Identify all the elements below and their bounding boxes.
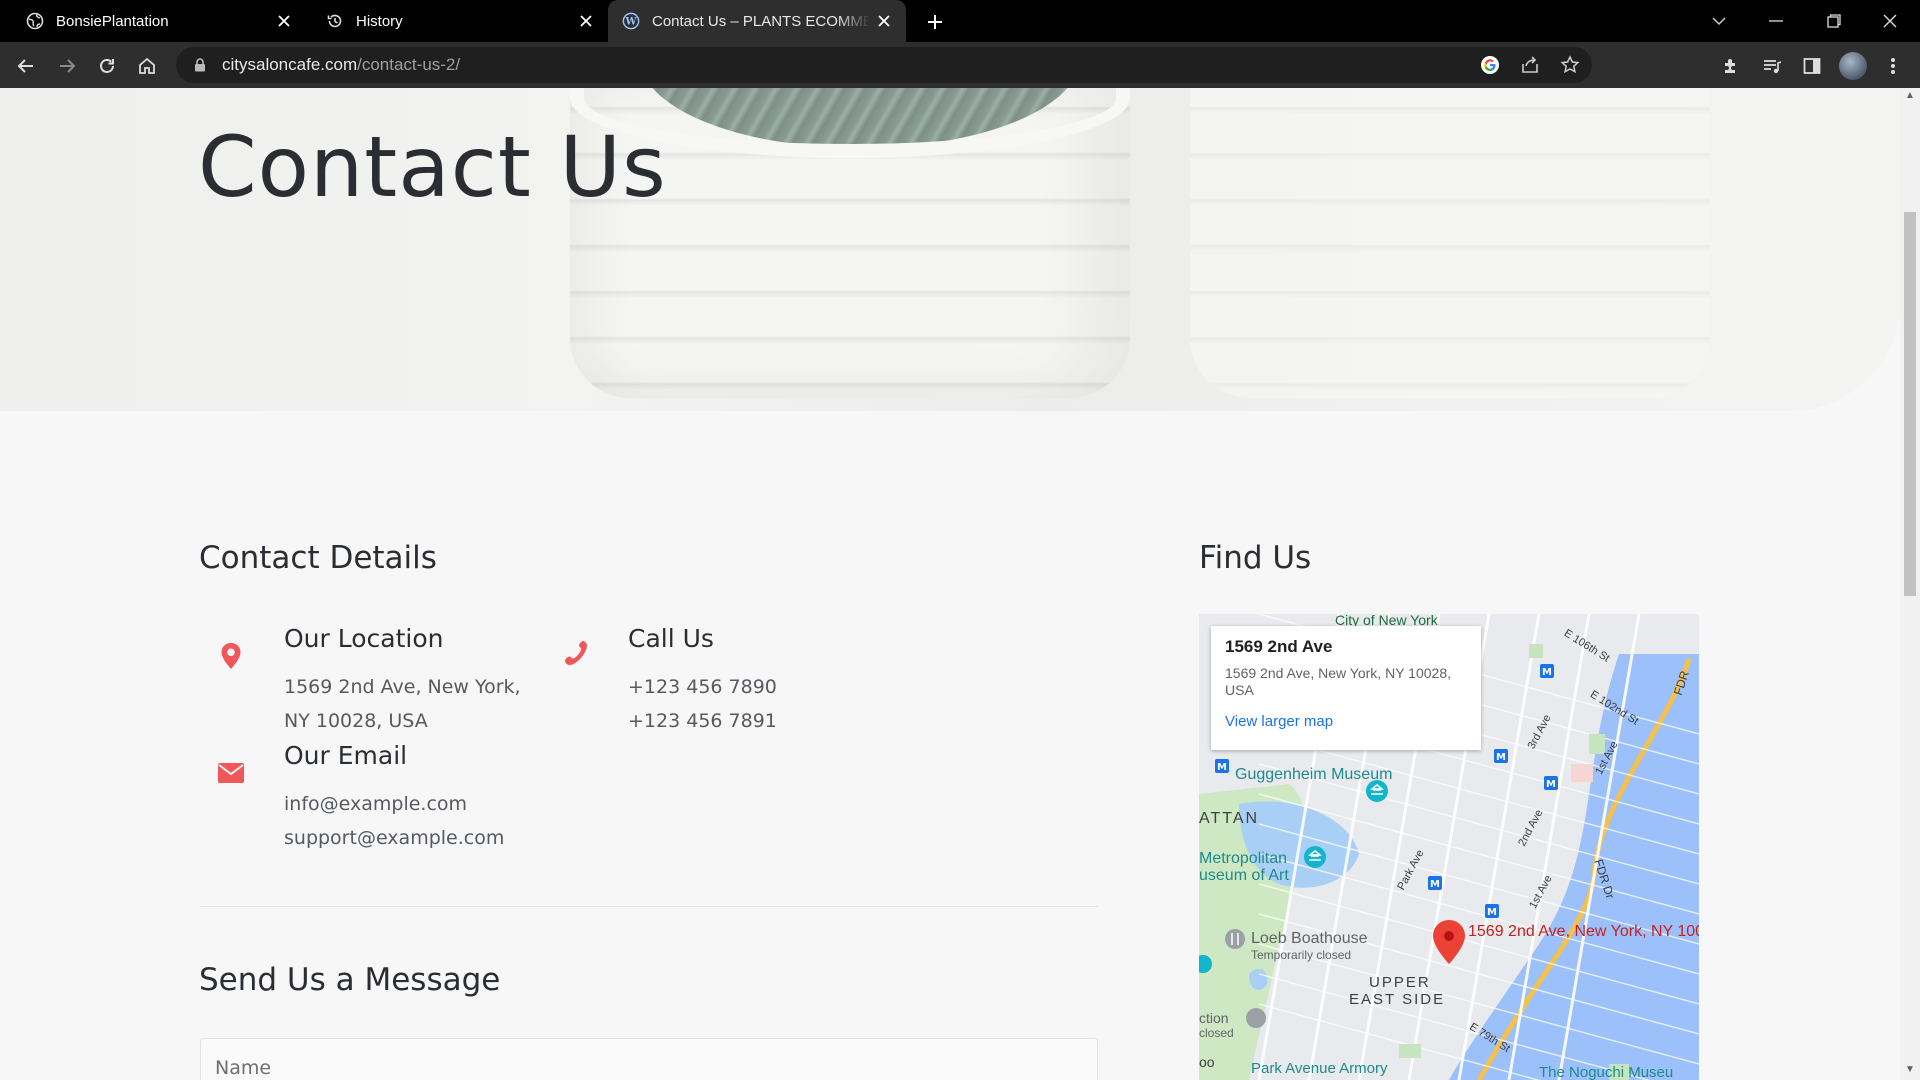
scroll-down-arrow-icon[interactable]: ▼ <box>1904 1064 1916 1078</box>
tab-label: History <box>356 12 403 30</box>
lock-icon[interactable] <box>192 57 208 73</box>
tab-history[interactable]: History <box>306 0 608 42</box>
call-us-title: Call Us <box>628 624 714 653</box>
map-label-loeb-status: Temporarily closed <box>1251 948 1352 962</box>
page-content: Contact Us Contact Details Our Location … <box>0 88 1900 1080</box>
tab-label: Contact Us – PLANTS ECOMMERCE <box>652 12 870 30</box>
our-location-title: Our Location <box>284 624 444 653</box>
globe-icon <box>26 12 44 30</box>
extensions-icon[interactable] <box>1715 50 1747 82</box>
view-larger-map-link[interactable]: View larger map <box>1225 713 1467 730</box>
find-us-heading: Find Us <box>1199 540 1312 576</box>
phone-icon <box>560 638 590 668</box>
map-label-met-2[interactable]: useum of Art <box>1199 867 1289 885</box>
map-card-address: 1569 2nd Ave, New York, NY 10028, USA <box>1225 665 1451 698</box>
more-menu-icon[interactable] <box>1877 50 1909 82</box>
map-pin-label[interactable]: 1569 2nd Ave, New York, NY 10028 <box>1468 923 1699 940</box>
google-map[interactable]: M M M M M M City of New York Guggenheim … <box>1199 614 1699 1080</box>
map-label-collection: ction <box>1199 1010 1229 1026</box>
home-icon[interactable] <box>131 50 163 82</box>
phone-number-1[interactable]: +123 456 7890 <box>628 670 777 704</box>
name-input[interactable] <box>200 1038 1098 1080</box>
page-scrollbar[interactable]: ▲ ▼ <box>1900 88 1920 1080</box>
minimize-icon[interactable] <box>1752 0 1800 42</box>
map-label-loeb[interactable]: Loeb Boathouse <box>1251 930 1368 948</box>
tab-contact-us[interactable]: W Contact Us – PLANTS ECOMMERCE <box>608 0 906 42</box>
browser-tab-strip: BonsiePlantation History W Contact Us – … <box>0 0 1920 42</box>
google-icon[interactable] <box>1478 53 1502 77</box>
map-label-manhattan: ATTAN <box>1199 810 1260 827</box>
phone-number-2[interactable]: +123 456 7891 <box>628 704 777 738</box>
send-message-heading: Send Us a Message <box>199 962 501 998</box>
map-info-card: 1569 2nd Ave 1569 2nd Ave, New York, NY … <box>1211 626 1481 750</box>
svg-text:M: M <box>1487 907 1497 918</box>
side-panel-icon[interactable] <box>1796 50 1828 82</box>
svg-text:M: M <box>1546 779 1556 790</box>
scrollbar-thumb[interactable] <box>1904 212 1916 596</box>
tab-search-chevron-icon[interactable] <box>1695 0 1743 42</box>
close-window-icon[interactable] <box>1866 0 1914 42</box>
email-address-1[interactable]: info@example.com <box>284 787 467 821</box>
map-label-met-1[interactable]: Metropolitan <box>1199 850 1287 868</box>
share-icon[interactable] <box>1518 53 1542 77</box>
location-line-1: 1569 2nd Ave, New York, <box>284 676 521 698</box>
tab-bonsieplantation[interactable]: BonsiePlantation <box>0 0 306 42</box>
page-title: Contact Us <box>198 118 667 216</box>
forward-icon[interactable] <box>51 50 83 82</box>
svg-text:M: M <box>1496 752 1506 763</box>
history-icon <box>326 12 344 30</box>
media-controls-icon[interactable] <box>1756 50 1788 82</box>
restore-icon[interactable] <box>1810 0 1858 42</box>
scroll-up-arrow-icon[interactable]: ▲ <box>1904 90 1916 104</box>
svg-text:M: M <box>1430 879 1440 890</box>
svg-text:M: M <box>1217 762 1227 773</box>
map-label-armory[interactable]: Park Avenue Armory <box>1251 1060 1387 1077</box>
svg-text:W: W <box>624 17 637 28</box>
map-label-zoo: oo <box>1199 1054 1215 1070</box>
browser-toolbar: citysaloncafe.com/contact-us-2/ <box>0 42 1920 88</box>
envelope-icon <box>216 758 246 788</box>
map-label-east-side: EAST SIDE <box>1349 991 1446 1008</box>
email-address-2[interactable]: support@example.com <box>284 821 504 855</box>
location-line-2: NY 10028, USA <box>284 710 428 732</box>
map-label-closed: closed <box>1199 1026 1234 1040</box>
map-label-guggenheim[interactable]: Guggenheim Museum <box>1235 766 1392 784</box>
back-icon[interactable] <box>10 50 42 82</box>
bookmark-star-icon[interactable] <box>1558 53 1582 77</box>
svg-text:M: M <box>1542 667 1552 678</box>
wordpress-icon: W <box>622 12 640 30</box>
hero-banner: Contact Us <box>0 88 1900 411</box>
profile-avatar[interactable] <box>1837 50 1869 82</box>
contact-details-heading: Contact Details <box>199 540 437 576</box>
our-email-title: Our Email <box>284 741 408 770</box>
close-tab-icon[interactable] <box>274 11 294 31</box>
map-label-upper: UPPER <box>1369 974 1431 991</box>
map-label-noguchi[interactable]: The Noguchi Museu <box>1539 1064 1673 1080</box>
close-tab-icon[interactable] <box>874 11 894 31</box>
address-bar[interactable]: citysaloncafe.com/contact-us-2/ <box>176 47 1592 83</box>
map-card-title: 1569 2nd Ave <box>1225 637 1333 656</box>
reload-icon[interactable] <box>91 50 123 82</box>
new-tab-button[interactable] <box>922 9 948 35</box>
url-text[interactable]: citysaloncafe.com/contact-us-2/ <box>222 55 460 75</box>
close-tab-icon[interactable] <box>576 11 596 31</box>
section-divider <box>200 906 1098 907</box>
location-pin-icon <box>216 641 246 671</box>
tab-label: BonsiePlantation <box>56 12 169 30</box>
